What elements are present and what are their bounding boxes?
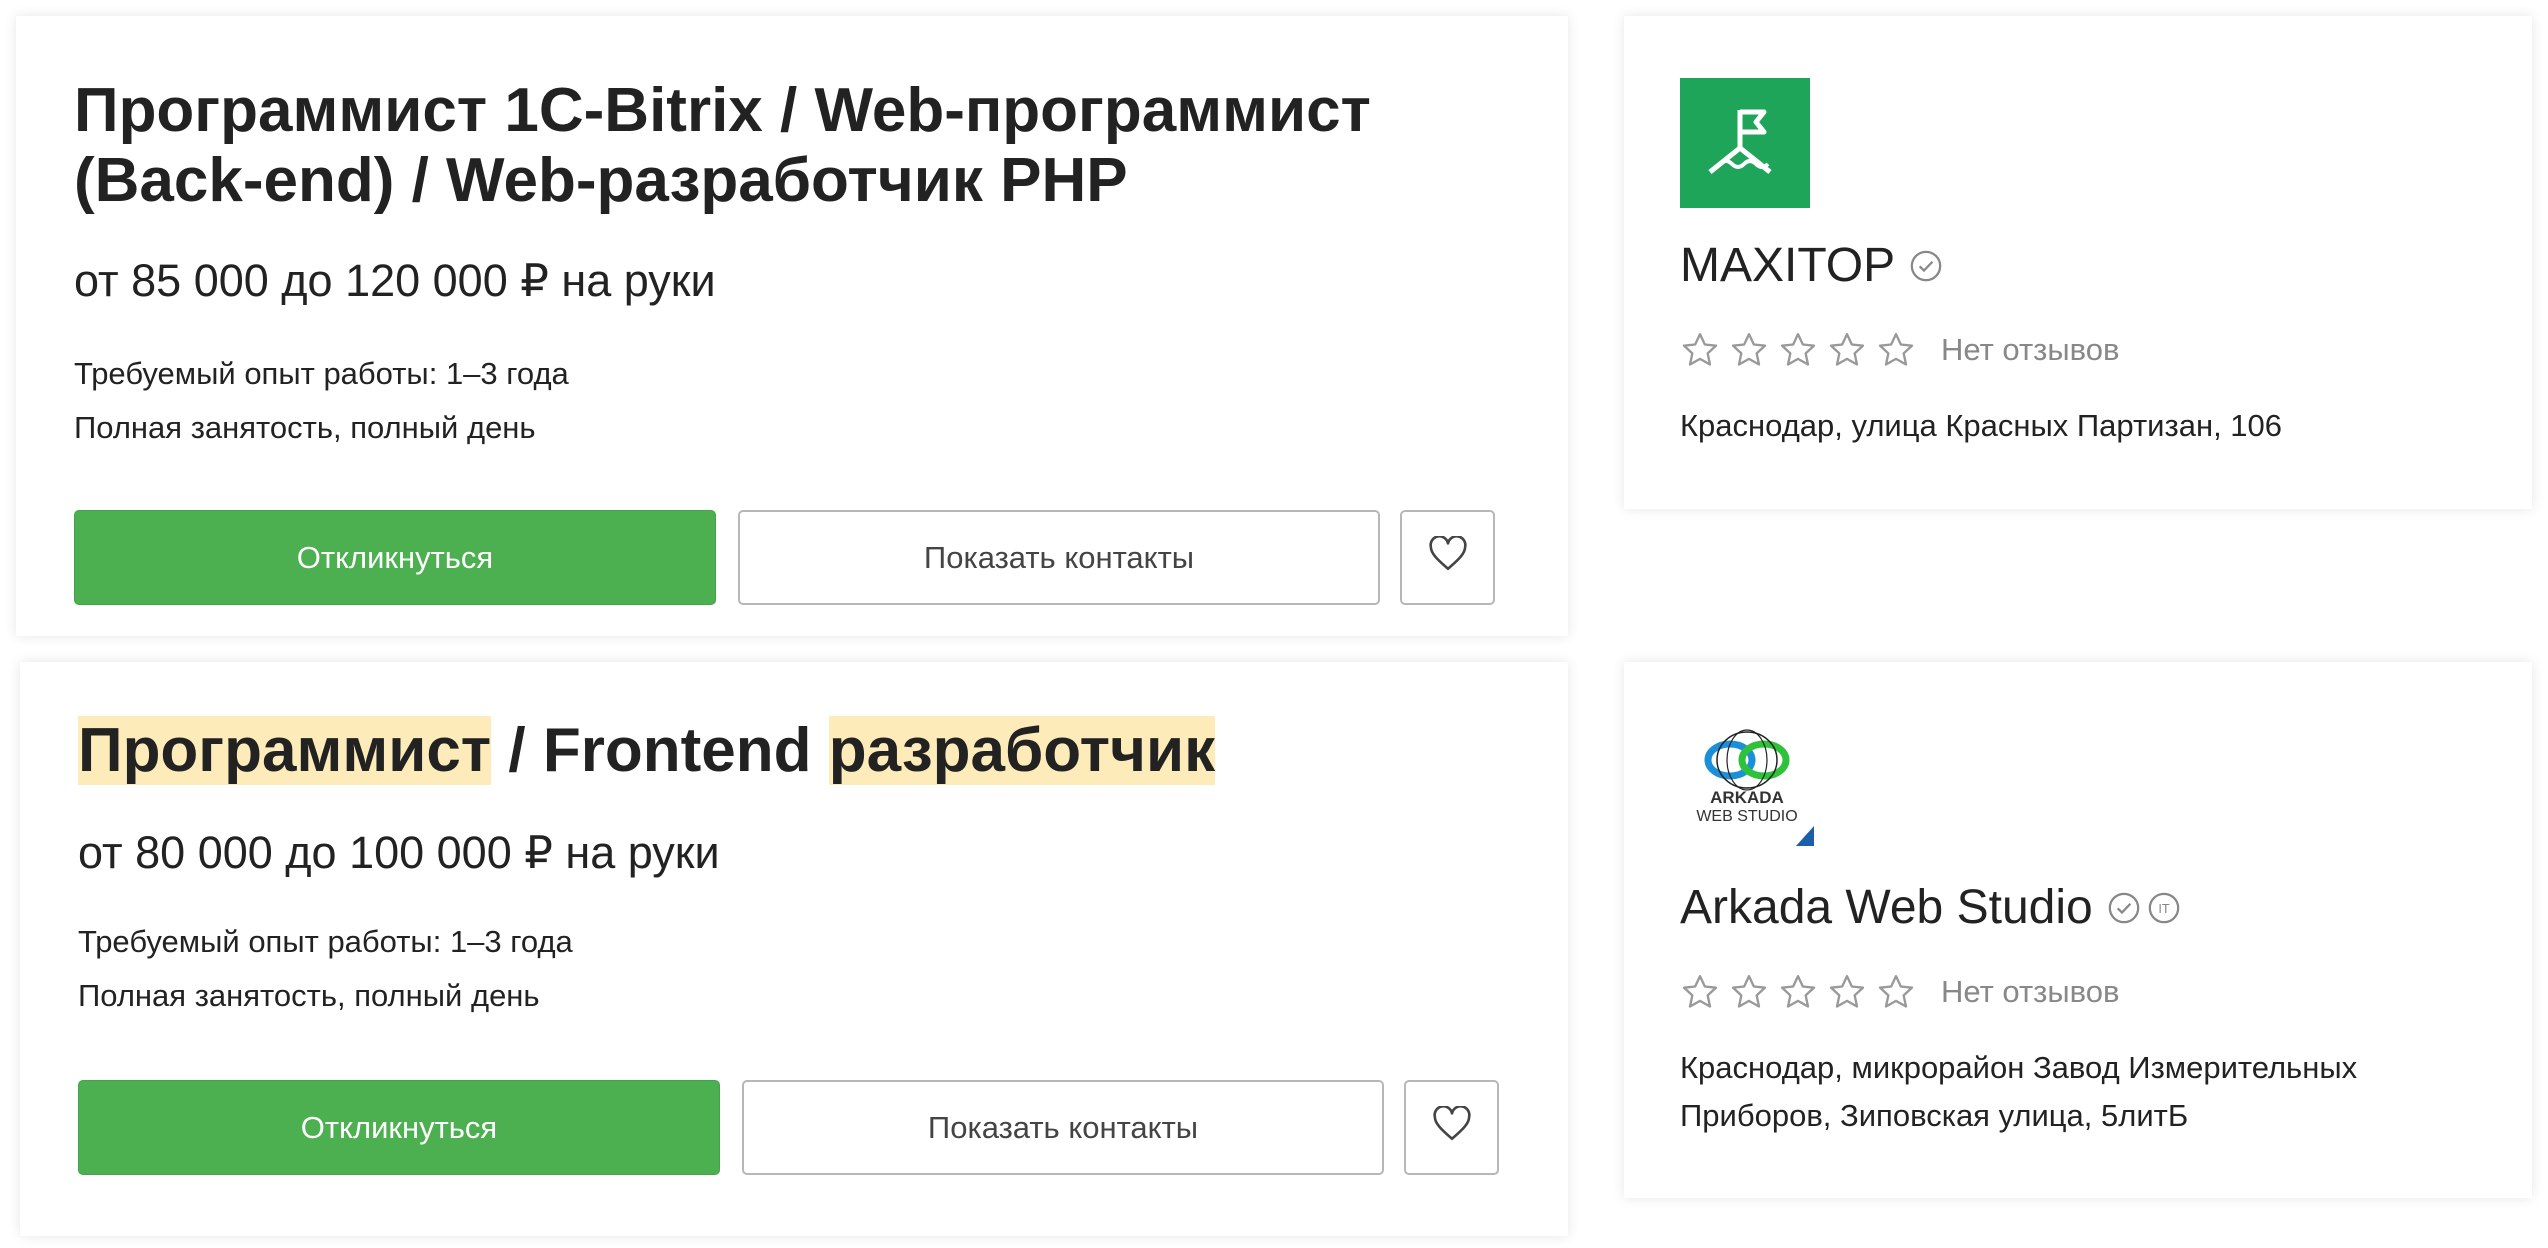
star-icon: [1680, 972, 1720, 1012]
vacancy-experience: Требуемый опыт работы: 1–3 года: [78, 924, 573, 959]
it-accreditation-icon: IT: [2147, 891, 2181, 925]
rating: Нет отзывов: [1680, 330, 2120, 370]
employer-address: Краснодар, улица Красных Партизан, 106: [1680, 408, 2283, 443]
employer-logo[interactable]: [1680, 78, 1810, 208]
employer-card: ARKADA WEB STUDIO Arkada Web Studio IT Н…: [1624, 662, 2532, 1198]
title-highlight: разработчик: [828, 716, 1216, 785]
employer-name[interactable]: MAXITOP: [1680, 238, 1943, 293]
favorite-button[interactable]: [1404, 1080, 1499, 1175]
star-icon: [1876, 330, 1916, 370]
star-icon: [1778, 330, 1818, 370]
vacancy-card: Программист / Frontend разработчик от 80…: [20, 662, 1568, 1236]
vacancy-employment: Полная занятость, полный день: [74, 410, 536, 445]
vacancy-title[interactable]: Программист / Frontend разработчик: [78, 716, 1216, 786]
vacancy-title[interactable]: Программист 1С-Bitrix / Web-программист …: [74, 76, 1514, 216]
it-badge-text: IT: [2158, 900, 2170, 915]
employer-name-text[interactable]: Arkada Web Studio: [1680, 880, 2093, 935]
reviews-count[interactable]: Нет отзывов: [1941, 332, 2120, 368]
vacancy-salary: от 80 000 до 100 000 ₽ на руки: [78, 827, 720, 878]
logo-text: WEB STUDIO: [1696, 808, 1798, 825]
star-icon: [1827, 972, 1867, 1012]
vacancy-employment: Полная занятость, полный день: [78, 978, 540, 1013]
reviews-count[interactable]: Нет отзывов: [1941, 974, 2120, 1010]
employer-logo[interactable]: ARKADA WEB STUDIO: [1680, 722, 1814, 846]
employer-name-text[interactable]: MAXITOP: [1680, 238, 1895, 293]
title-text: / Frontend: [491, 716, 829, 785]
verified-icon: [2107, 891, 2141, 925]
respond-button[interactable]: Откликнуться: [78, 1080, 720, 1175]
title-highlight: Программист: [78, 716, 492, 785]
star-icon: [1729, 972, 1769, 1012]
employer-address: Краснодар, микрорайон Завод Измерительны…: [1680, 1050, 2358, 1133]
rating: Нет отзывов: [1680, 972, 2120, 1012]
vacancy-card: Программист 1С-Bitrix / Web-программист …: [16, 16, 1568, 636]
verified-icon: [1909, 249, 1943, 283]
employer-name[interactable]: Arkada Web Studio IT: [1680, 880, 2181, 935]
vacancy-salary: от 85 000 до 120 000 ₽ на руки: [74, 255, 716, 306]
employer-card: MAXITOP Нет отзывов Краснодар, улица Кра…: [1624, 16, 2532, 509]
respond-button[interactable]: Откликнуться: [74, 510, 716, 605]
flag-mountain-icon: [1708, 109, 1772, 174]
star-icon: [1876, 972, 1916, 1012]
heart-icon: [1428, 534, 1468, 580]
heart-icon: [1432, 1104, 1472, 1150]
star-icon: [1729, 330, 1769, 370]
arkada-logo-icon: [1704, 729, 1814, 846]
star-icon: [1827, 330, 1867, 370]
vacancy-experience: Требуемый опыт работы: 1–3 года: [74, 356, 569, 391]
favorite-button[interactable]: [1400, 510, 1495, 605]
show-contacts-button[interactable]: Показать контакты: [738, 510, 1380, 605]
logo-text: ARKADA: [1710, 788, 1784, 807]
star-icon: [1778, 972, 1818, 1012]
star-icon: [1680, 330, 1720, 370]
show-contacts-button[interactable]: Показать контакты: [742, 1080, 1384, 1175]
